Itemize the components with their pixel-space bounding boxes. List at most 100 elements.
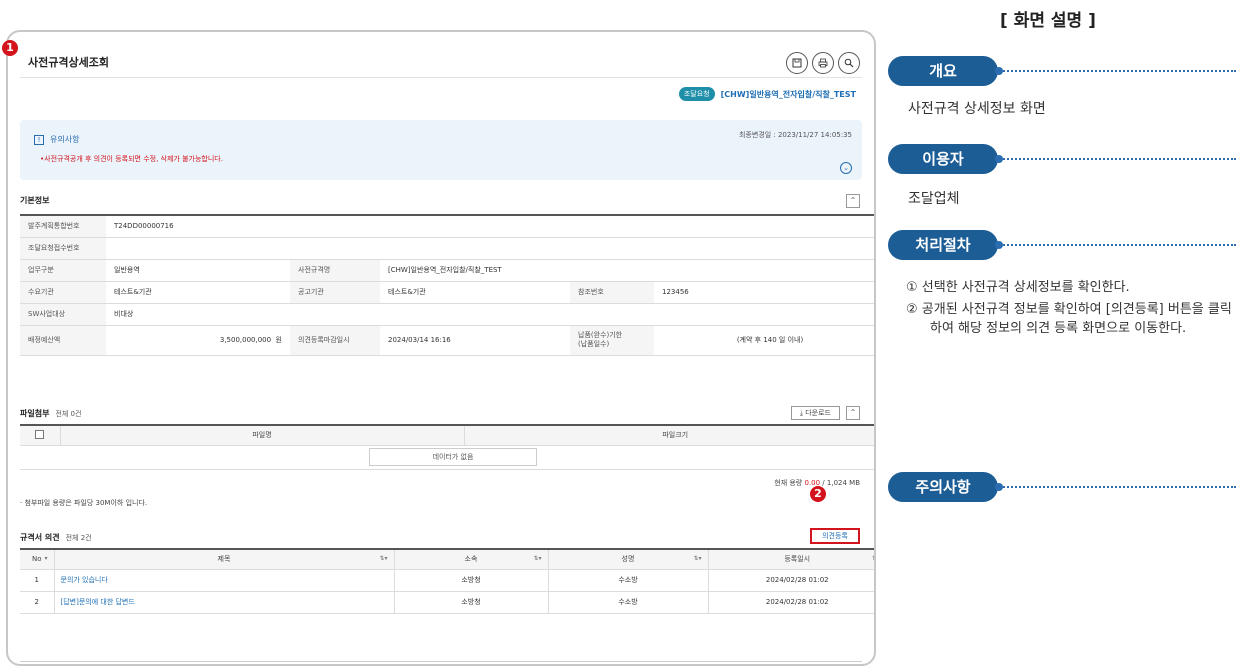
row-name: 수소방 [548, 591, 709, 614]
opinions-title-label: 규격서 의견 [20, 533, 60, 542]
budget-unit: 원 [275, 336, 282, 344]
capacity-total: / 1,024 MB [820, 479, 860, 487]
info-value: 비대상 [106, 303, 874, 326]
search-icon[interactable] [838, 52, 860, 74]
info-row: 배정예산액 3,500,000,000 원 의견등록마감일시 2024/03/1… [20, 325, 874, 356]
info-icon: ! [34, 134, 44, 145]
files-count: 전체 0건 [55, 410, 82, 418]
column-title[interactable]: 제목 ⇅▾ [54, 549, 395, 570]
dotted-leader [995, 483, 1236, 491]
sort-icon[interactable]: ⇅▾ [533, 555, 541, 562]
opinion-table-header: No▾ 제목 ⇅▾ 소속 ⇅▾ 성명 ⇅▾ 등록일시 ⇅▾ [20, 549, 874, 570]
info-label: 참조번호 [570, 281, 654, 304]
process-label: 처리절차 [888, 230, 998, 260]
info-value: 테스트&기관 [380, 281, 570, 304]
download-button[interactable]: ⤓ 다운로드 [790, 406, 840, 420]
description-heading: [ 화면 설명 ] [1000, 11, 1096, 31]
file-note: · 첨부파일 용량은 파일당 30M이하 입니다. [20, 499, 148, 507]
request-badge: 조달요청 [678, 87, 715, 101]
info-label: 발주계획통합번호 [20, 215, 106, 238]
row-org: 소방청 [394, 569, 549, 592]
sort-icon[interactable]: ⇅▾ [693, 555, 701, 562]
request-title: [CHW]일반용역_전자입찰/직찰_TEST [720, 89, 856, 99]
budget-amount: 3,500,000,000 [219, 336, 272, 344]
file-table: 파일명 파일크기 데이터가 없음 [20, 424, 874, 470]
notice-heading: ! 유의사항 [34, 134, 79, 145]
notice-box: ! 유의사항 •사전규격공개 후 의견이 등록되면 수정, 삭제가 불가능합니다… [20, 120, 862, 180]
column-filesize: 파일크기 [464, 425, 874, 446]
title-divider [20, 77, 862, 78]
column-name[interactable]: 성명 ⇅▾ [548, 549, 709, 570]
info-value: 123456 [654, 281, 874, 304]
bottom-divider [20, 661, 862, 662]
info-label: 납품(완수)기한 (납품일수) [570, 325, 654, 356]
print-icon[interactable] [812, 52, 834, 74]
overview-label: 개요 [888, 56, 998, 86]
notice-heading-label: 유의사항 [50, 135, 80, 144]
column-date[interactable]: 등록일시 ⇅▾ [708, 549, 874, 570]
no-data-cell: 데이터가 없음 [20, 445, 874, 470]
info-value: [CHW]일반용역_전자입찰/직찰_TEST [380, 259, 874, 282]
info-row: 조달요청접수번호 [20, 237, 874, 260]
register-opinion-button[interactable]: 의견등록 [810, 528, 860, 544]
select-all-checkbox[interactable] [20, 425, 61, 446]
process-step-2: ② 공개된 사전규격 정보를 확인하여 [의견등록] 버튼을 클릭하여 해당 정… [906, 302, 1232, 336]
basic-info-title: 기본정보 [20, 196, 50, 205]
opinions-count: 전체 2건 [65, 534, 92, 542]
column-filename: 파일명 [60, 425, 465, 446]
table-row[interactable]: 2 [답변]문의에 대한 답변드 소방청 수소방 2024/02/28 01:0… [20, 591, 874, 614]
user-text: 조달업체 [908, 191, 960, 207]
table-row: 데이터가 없음 [20, 445, 874, 470]
info-row: 발주계획통합번호 T24DD00000716 [20, 215, 874, 238]
column-org[interactable]: 소속 ⇅▾ [394, 549, 549, 570]
files-title: 파일첨부 전체 0건 [20, 408, 81, 419]
sort-icon[interactable]: ⇅▾ [379, 555, 387, 562]
page-title: 사전규격상세조회 [28, 56, 109, 69]
row-title-link[interactable]: [답변]문의에 대한 답변드 [54, 591, 395, 614]
request-info: 조달요청 [CHW]일반용역_전자입찰/직찰_TEST [678, 87, 856, 101]
info-label: SW사업대상 [20, 303, 106, 326]
row-name: 수소방 [548, 569, 709, 592]
basic-info-table: 발주계획통합번호 T24DD00000716 조달요청접수번호 업무구분 일반용… [20, 214, 874, 356]
callout-badge-2: 2 [810, 486, 826, 502]
info-label: 업무구분 [20, 259, 106, 282]
overview-text: 사전규격 상세정보 화면 [908, 101, 1046, 117]
info-label: 조달요청접수번호 [20, 237, 106, 260]
row-org: 소방청 [394, 591, 549, 614]
opinion-table: No▾ 제목 ⇅▾ 소속 ⇅▾ 성명 ⇅▾ 등록일시 ⇅▾ 1 문의가 있습니다 소방청… [20, 548, 874, 614]
top-toolbar [786, 52, 860, 74]
column-org-label: 소속 [464, 555, 478, 564]
info-value: T24DD00000716 [106, 215, 874, 238]
chevron-up-icon[interactable]: ⌃ [846, 194, 860, 208]
notice-message: •사전규격공개 후 의견이 등록되면 수정, 삭제가 불가능합니다. [40, 155, 223, 163]
row-date: 2024/02/28 01:02 [708, 591, 874, 614]
row-title-link[interactable]: 문의가 있습니다 [54, 569, 395, 592]
info-row: 업무구분 일반용역 사전규격명 [CHW]일반용역_전자입찰/직찰_TEST [20, 259, 874, 282]
column-no-label: No [31, 555, 42, 564]
file-table-header: 파일명 파일크기 [20, 425, 874, 446]
row-no: 1 [20, 569, 55, 592]
opinions-title: 규격서 의견 전체 2건 [20, 532, 92, 543]
info-value: 테스트&기관 [106, 281, 290, 304]
info-value: (계약 후 140 일 이내) [654, 325, 874, 356]
dotted-leader [995, 241, 1236, 249]
last-updated: 최종변경일 : 2023/11/27 14:05:35 [738, 131, 852, 139]
screen-frame: 사전규격상세조회 조달요청 [CHW]일반용역_전자입찰/직찰_TEST ! 유… [6, 30, 876, 666]
sort-icon[interactable]: ⇅▾ [872, 555, 874, 562]
chevron-down-icon[interactable]: ⌄ [840, 162, 852, 174]
save-icon[interactable] [786, 52, 808, 74]
budget-value: 3,500,000,000 원 [106, 325, 290, 356]
process-steps: ① 선택한 사전규격 상세정보를 확인한다. ② 공개된 사전규격 정보를 확인… [906, 278, 1236, 341]
no-data-label: 데이터가 없음 [369, 448, 537, 466]
table-row[interactable]: 1 문의가 있습니다 소방청 수소방 2024/02/28 01:02 [20, 569, 874, 592]
column-no[interactable]: No ▾ [20, 549, 55, 570]
column-date-label: 등록일시 [784, 555, 811, 564]
caution-label: 주의사항 [888, 472, 998, 502]
info-value: 일반용역 [106, 259, 290, 282]
info-row: SW사업대상 비대상 [20, 303, 874, 326]
sort-icon[interactable]: ▾ [44, 555, 47, 562]
info-label: 사전규격명 [290, 259, 380, 282]
chevron-up-icon[interactable]: ⌃ [846, 406, 860, 420]
column-title-label: 제목 [217, 555, 231, 564]
row-no: 2 [20, 591, 55, 614]
